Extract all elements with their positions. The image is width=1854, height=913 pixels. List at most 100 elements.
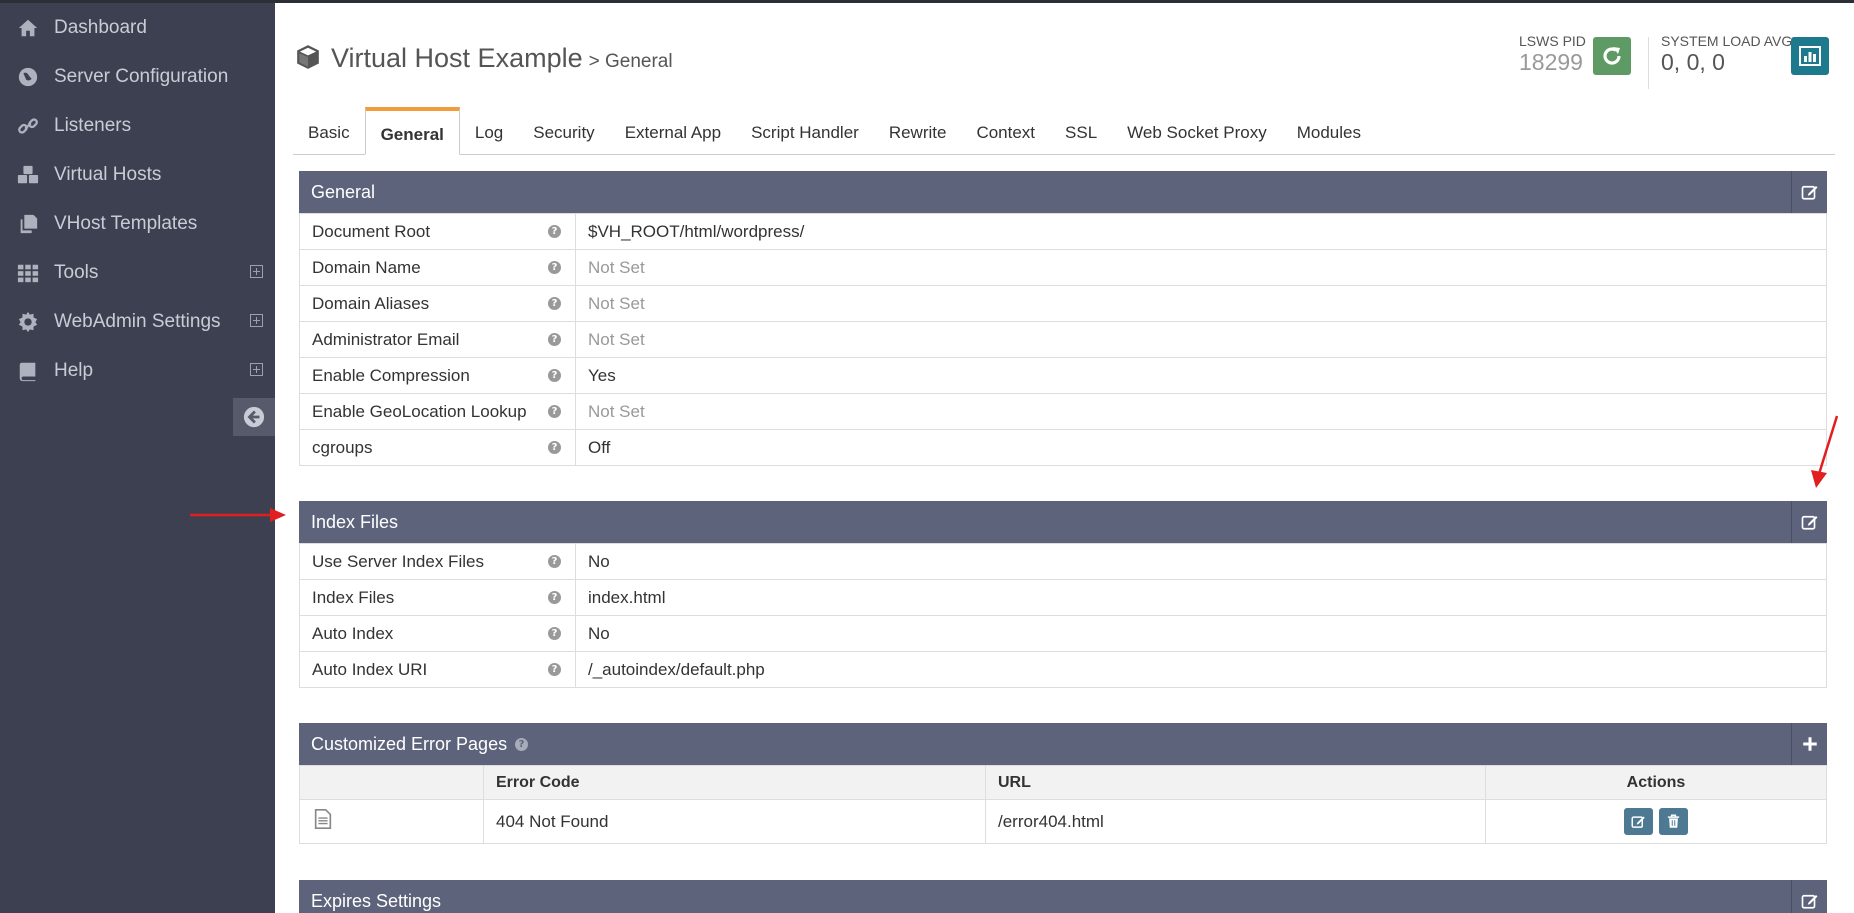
- error-pages-table: Error Code URL Actions 404 Not Found /er…: [299, 765, 1827, 844]
- help-icon[interactable]: ?: [548, 297, 561, 310]
- sidebar-item-label: Dashboard: [54, 16, 147, 38]
- row-key-label: Index Files: [312, 587, 395, 607]
- tab-rewrite[interactable]: Rewrite: [874, 111, 962, 154]
- tab-security[interactable]: Security: [518, 111, 609, 154]
- sidebar-item-help[interactable]: Help: [0, 346, 275, 395]
- add-button[interactable]: [1791, 723, 1827, 765]
- gear-icon: [15, 309, 41, 335]
- tab-log[interactable]: Log: [460, 111, 518, 154]
- row-value: Not Set: [575, 321, 1827, 358]
- table-row: Enable GeoLocation Lookup? Not Set: [299, 393, 1827, 430]
- edit-button[interactable]: [1791, 171, 1827, 213]
- edit-button[interactable]: [1791, 880, 1827, 913]
- sidebar-item-webadmin-settings[interactable]: WebAdmin Settings: [0, 297, 275, 346]
- row-key: Domain Aliases?: [299, 285, 576, 322]
- row-key-label: Use Server Index Files: [312, 551, 484, 571]
- row-value: index.html: [575, 579, 1827, 616]
- help-icon[interactable]: ?: [548, 333, 561, 346]
- row-value: Not Set: [575, 393, 1827, 430]
- row-key-label: Domain Aliases: [312, 293, 430, 313]
- globe-icon: [15, 64, 41, 90]
- index-files-table: Use Server Index Files? No Index Files? …: [299, 543, 1827, 688]
- help-icon[interactable]: ?: [548, 405, 561, 418]
- realtime-stats-button[interactable]: [1791, 37, 1829, 75]
- table-row: Index Files? index.html: [299, 579, 1827, 616]
- tab-context[interactable]: Context: [961, 111, 1050, 154]
- sidebar-item-tools[interactable]: Tools: [0, 248, 275, 297]
- row-value: Yes: [575, 357, 1827, 394]
- table-row: Administrator Email? Not Set: [299, 321, 1827, 358]
- plus-icon: [1802, 737, 1817, 751]
- expand-icon[interactable]: [250, 363, 263, 376]
- expand-icon[interactable]: [250, 265, 263, 278]
- arrow-left-circle-icon: [243, 406, 265, 428]
- cubes-icon: [15, 162, 41, 188]
- tab-external-app[interactable]: External App: [610, 111, 736, 154]
- edit-icon: [1801, 185, 1817, 200]
- lsws-pid-stat: LSWS PID 18299: [1519, 33, 1586, 76]
- sidebar-item-listeners[interactable]: Listeners: [0, 101, 275, 150]
- row-key: Auto Index URI?: [299, 651, 576, 688]
- help-icon[interactable]: ?: [548, 369, 561, 382]
- stat-divider: [1648, 37, 1649, 89]
- column-header-icon: [299, 765, 484, 800]
- annotation-arrow-down-icon: [1811, 415, 1839, 488]
- sidebar-item-label: Tools: [54, 261, 99, 283]
- error-code-cell: 404 Not Found: [483, 799, 986, 844]
- lsws-pid-value: 18299: [1519, 49, 1583, 75]
- table-row: Enable Compression? Yes: [299, 357, 1827, 394]
- annotation-arrow-right-icon: [190, 508, 286, 522]
- sidebar-item-dashboard[interactable]: Dashboard: [0, 3, 275, 52]
- row-key-label: Enable GeoLocation Lookup: [312, 401, 527, 421]
- restart-button[interactable]: [1593, 37, 1631, 75]
- help-icon[interactable]: ?: [548, 591, 561, 604]
- sidebar-item-label: WebAdmin Settings: [54, 310, 221, 332]
- table-row: Use Server Index Files? No: [299, 543, 1827, 580]
- edit-button[interactable]: [1791, 501, 1827, 543]
- tab-ssl[interactable]: SSL: [1050, 111, 1112, 154]
- row-key: Domain Name?: [299, 249, 576, 286]
- help-icon[interactable]: ?: [548, 225, 561, 238]
- help-icon[interactable]: ?: [548, 663, 561, 676]
- general-table: Document Root? $VH_ROOT/html/wordpress/ …: [299, 213, 1827, 466]
- help-icon[interactable]: ?: [548, 441, 561, 454]
- tab-general[interactable]: General: [364, 107, 460, 155]
- error-pages-panel: Customized Error Pages ? Error Code URL …: [299, 723, 1827, 844]
- sidebar-item-label: Listeners: [54, 114, 132, 136]
- page-subtitle: > General: [588, 51, 673, 72]
- panel-title: General: [311, 181, 376, 202]
- tab-basic[interactable]: Basic: [293, 111, 365, 154]
- row-key-label: Auto Index URI: [312, 659, 428, 679]
- delete-row-button[interactable]: [1659, 808, 1689, 835]
- panel-header: General: [299, 171, 1827, 213]
- tab-script-handler[interactable]: Script Handler: [736, 111, 874, 154]
- sidebar-item-label: VHost Templates: [54, 212, 198, 234]
- help-icon[interactable]: ?: [548, 555, 561, 568]
- panel-title: Customized Error Pages: [311, 733, 508, 754]
- sidebar: Dashboard Server Configuration Listeners…: [0, 3, 275, 913]
- row-value: Not Set: [575, 249, 1827, 286]
- row-value: Not Set: [575, 285, 1827, 322]
- help-icon[interactable]: ?: [548, 261, 561, 274]
- edit-row-button[interactable]: [1623, 808, 1653, 835]
- edit-icon: [1801, 894, 1817, 909]
- help-icon[interactable]: ?: [548, 627, 561, 640]
- row-key-label: Enable Compression: [312, 365, 470, 385]
- system-load-value: 0, 0, 0: [1661, 49, 1725, 75]
- tab-modules[interactable]: Modules: [1282, 111, 1376, 154]
- sidebar-item-label: Server Configuration: [54, 65, 229, 87]
- panel-header: Customized Error Pages ?: [299, 723, 1827, 765]
- sidebar-item-server-configuration[interactable]: Server Configuration: [0, 52, 275, 101]
- url-cell: /error404.html: [985, 799, 1486, 844]
- row-key: Enable GeoLocation Lookup?: [299, 393, 576, 430]
- link-icon: [15, 113, 41, 139]
- tab-web-socket-proxy[interactable]: Web Socket Proxy: [1112, 111, 1282, 154]
- sidebar-item-virtual-hosts[interactable]: Virtual Hosts: [0, 150, 275, 199]
- collapse-sidebar-button[interactable]: [233, 398, 275, 436]
- sidebar-item-label: Virtual Hosts: [54, 163, 162, 185]
- row-key: Use Server Index Files?: [299, 543, 576, 580]
- expand-icon[interactable]: [250, 314, 263, 327]
- help-icon[interactable]: ?: [515, 737, 529, 751]
- page-heading: Virtual Host Example > General: [295, 41, 673, 74]
- sidebar-item-vhost-templates[interactable]: VHost Templates: [0, 199, 275, 248]
